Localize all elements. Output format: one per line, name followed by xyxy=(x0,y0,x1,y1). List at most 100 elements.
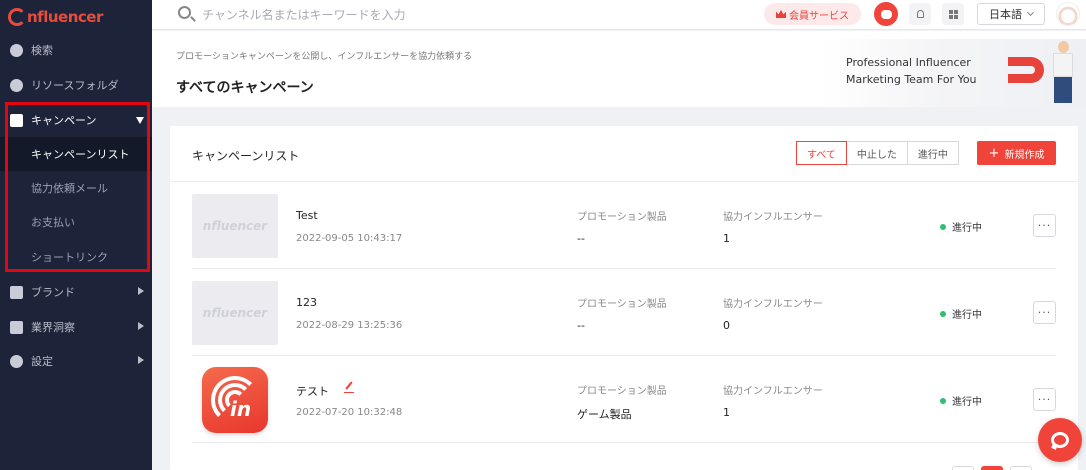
chat-icon xyxy=(1051,432,1069,448)
language-value: 日本語 xyxy=(989,8,1022,21)
status-label: 進行中 xyxy=(952,397,982,408)
influencer-label: 協力インフルエンサー xyxy=(723,212,823,223)
campaign-name[interactable]: 123 xyxy=(296,296,317,309)
influencer-count: 1 xyxy=(723,406,730,419)
brand-r-icon xyxy=(10,285,23,299)
sidebar-item-label: 設定 xyxy=(31,355,53,368)
pagination-next[interactable] xyxy=(1010,466,1032,470)
magnet-illustration xyxy=(1008,57,1044,83)
chevron-down-icon xyxy=(1026,8,1035,17)
chart-icon xyxy=(10,320,23,334)
highlight-box xyxy=(5,102,150,272)
more-button[interactable]: ··· xyxy=(1033,388,1056,411)
new-campaign-label: 新規作成 xyxy=(1004,149,1045,161)
status-badge: 進行中 xyxy=(940,306,982,321)
status-dot-icon xyxy=(940,310,946,317)
filter-in-progress[interactable]: 進行中 xyxy=(906,141,959,165)
promo-line-2: Marketing Team For You xyxy=(846,73,977,86)
campaign-row[interactable]: in テスト 2022-07-20 10:32:48 プロモーション製品 ゲーム… xyxy=(192,356,1056,443)
sidebar-item-label: ブランド xyxy=(31,286,75,299)
campaign-row[interactable]: nfluencer 123 2022-08-29 13:25:36 プロモーショ… xyxy=(192,269,1056,356)
campaign-list-card: キャンペーンリスト すべて 中止した 進行中 + 新規作成 nfluencer … xyxy=(170,126,1078,470)
member-service-label: 会員サービス xyxy=(789,10,849,22)
product-value: -- xyxy=(577,232,585,245)
brand-logo[interactable]: nfluencer xyxy=(8,6,103,28)
caret-right-icon xyxy=(138,356,144,364)
edit-pencil-icon[interactable] xyxy=(344,381,354,393)
product-label: プロモーション製品 xyxy=(577,212,667,223)
campaign-thumbnail: nfluencer xyxy=(192,194,278,258)
promo-banner[interactable]: Professional Influencer Marketing Team F… xyxy=(822,39,1086,107)
heart-icon xyxy=(10,78,23,92)
thumbnail-logo: nfluencer xyxy=(202,306,268,320)
sidebar-item-search[interactable]: 検索 xyxy=(0,33,152,67)
product-label: プロモーション製品 xyxy=(577,299,667,310)
pagination-page[interactable] xyxy=(981,466,1003,470)
sidebar: nfluencer 検索 リソースフォルダ キャンペーン キャンペーンリスト 協… xyxy=(0,0,152,470)
influencer-count: 0 xyxy=(723,319,730,332)
member-service-button[interactable]: 会員サービス xyxy=(764,3,861,25)
page-header: プロモーションキャンペーンを公開し、インフルエンサーを協力依頼する すべてのキャ… xyxy=(152,31,1086,107)
grid-icon xyxy=(948,9,958,19)
caret-right-icon xyxy=(138,322,144,330)
status-dot-icon xyxy=(940,397,946,404)
status-dot-icon xyxy=(940,223,946,230)
product-value: ゲーム製品 xyxy=(577,408,632,421)
chat-bubble-icon xyxy=(880,9,892,19)
bell-icon xyxy=(916,10,924,18)
influencer-label: 協力インフルエンサー xyxy=(723,299,823,310)
sidebar-item-settings[interactable]: 設定 xyxy=(0,344,152,378)
campaign-name[interactable]: Test xyxy=(296,209,318,222)
message-button[interactable] xyxy=(874,2,898,26)
more-button[interactable]: ··· xyxy=(1033,214,1056,237)
page-subtitle: プロモーションキャンペーンを公開し、インフルエンサーを協力依頼する xyxy=(176,52,473,62)
sidebar-item-label: リソースフォルダ xyxy=(31,79,119,92)
influencer-count: 1 xyxy=(723,232,730,245)
product-label: プロモーション製品 xyxy=(577,386,667,397)
more-button[interactable]: ··· xyxy=(1033,301,1056,324)
app-logo-icon: in xyxy=(202,367,268,433)
person-illustration xyxy=(1050,41,1076,103)
search-icon xyxy=(178,6,191,19)
status-label: 進行中 xyxy=(952,310,982,321)
sidebar-item-brand[interactable]: ブランド xyxy=(0,275,152,309)
sidebar-item-label: 検索 xyxy=(31,44,53,57)
top-bar: 会員サービス 日本語 xyxy=(152,0,1086,30)
campaign-thumbnail: in xyxy=(192,367,278,433)
influencer-label: 協力インフルエンサー xyxy=(723,386,823,397)
avatar[interactable] xyxy=(1056,2,1080,26)
campaign-row[interactable]: nfluencer Test 2022-09-05 10:43:17 プロモーシ… xyxy=(192,182,1056,269)
search-circle-icon xyxy=(10,43,23,57)
logo-text: nfluencer xyxy=(27,8,103,26)
logo-mark-icon xyxy=(8,8,26,26)
sidebar-item-resource-folder[interactable]: リソースフォルダ xyxy=(0,68,152,102)
page-title: すべてのキャンペーン xyxy=(176,80,314,96)
campaign-date: 2022-09-05 10:43:17 xyxy=(296,233,403,244)
thumbnail-logo: nfluencer xyxy=(202,219,268,233)
support-chat-button[interactable] xyxy=(1038,418,1082,462)
new-campaign-button[interactable]: + 新規作成 xyxy=(977,141,1056,165)
language-select[interactable]: 日本語 xyxy=(977,3,1045,25)
filter-all[interactable]: すべて xyxy=(796,141,847,165)
pagination-prev[interactable] xyxy=(952,466,974,470)
campaign-name[interactable]: テスト xyxy=(296,383,329,399)
campaign-thumbnail: nfluencer xyxy=(192,281,278,345)
product-value: -- xyxy=(577,319,585,332)
gear-icon xyxy=(10,354,23,368)
apps-button[interactable] xyxy=(942,3,964,25)
campaign-list-title: キャンペーンリスト xyxy=(192,149,300,163)
promo-line-1: Professional Influencer xyxy=(846,56,971,69)
status-badge: 進行中 xyxy=(940,219,982,234)
campaign-date: 2022-08-29 13:25:36 xyxy=(296,320,403,331)
status-filter: すべて 中止した 進行中 xyxy=(796,141,959,165)
plus-icon: + xyxy=(988,145,1000,161)
sidebar-item-industry-insight[interactable]: 業界洞察 xyxy=(0,310,152,344)
status-label: 進行中 xyxy=(952,223,982,234)
status-badge: 進行中 xyxy=(940,393,982,408)
campaign-date: 2022-07-20 10:32:48 xyxy=(296,407,403,418)
notification-button[interactable] xyxy=(909,3,931,25)
search-input[interactable] xyxy=(202,5,502,25)
filter-stopped[interactable]: 中止した xyxy=(845,141,908,165)
crown-icon xyxy=(776,10,786,18)
caret-right-icon xyxy=(138,287,144,295)
